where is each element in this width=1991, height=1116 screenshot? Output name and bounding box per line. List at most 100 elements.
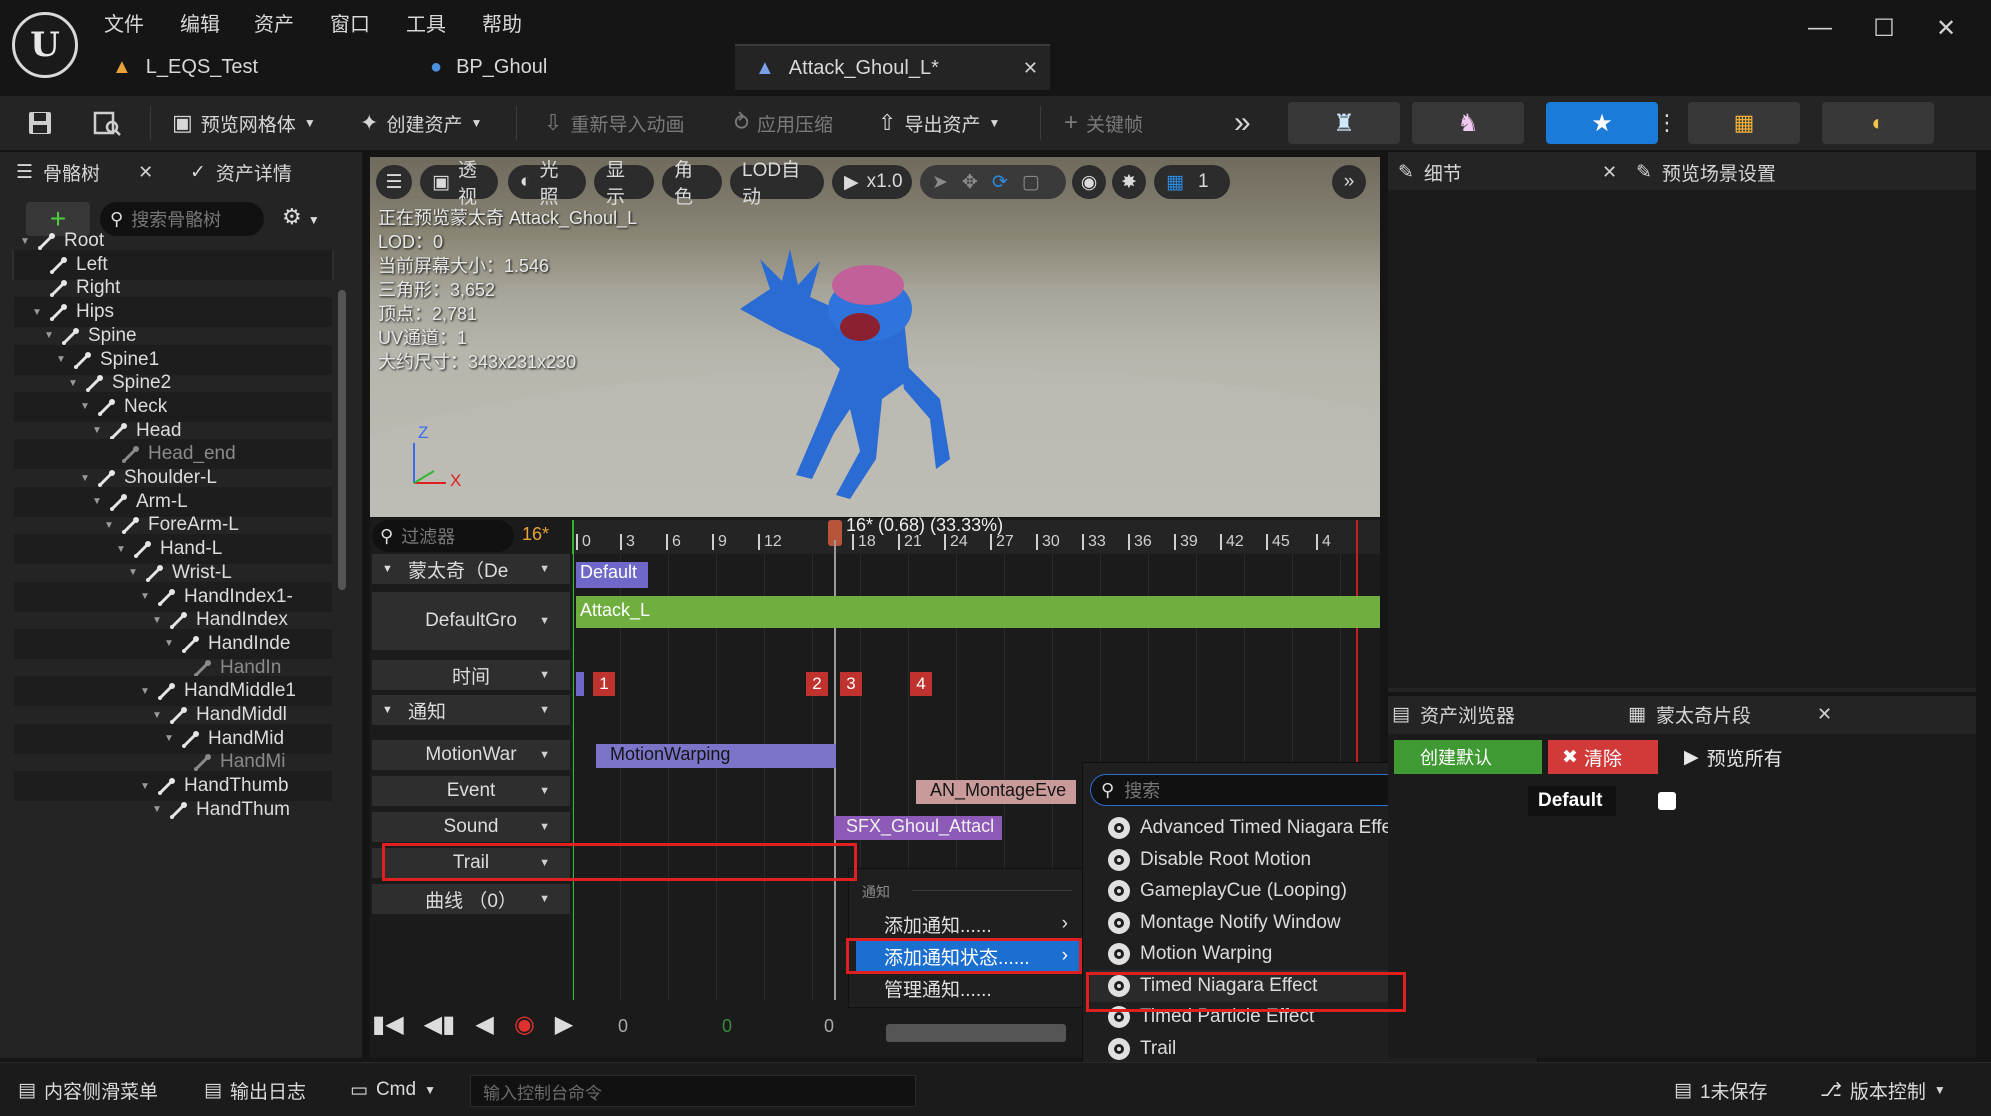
- clear-button[interactable]: ✖ 清除: [1548, 740, 1658, 774]
- preview-viewport[interactable]: ☰ ▣ 透视 ◐ 光照 显示 角色 LOD自动 ▶ x1.0 ➤ ✥ ⟳ ▢ ◉…: [370, 157, 1380, 517]
- viewport-overflow-button[interactable]: »: [1332, 165, 1366, 199]
- preview-all-button[interactable]: ▶ 预览所有: [1684, 744, 1783, 771]
- track-filter-input[interactable]: ⚲ 过滤器: [372, 520, 514, 552]
- browse-icon[interactable]: [92, 104, 122, 142]
- sound-notify[interactable]: SFX_Ghoul_Attacl: [834, 816, 1002, 840]
- playback-end-field[interactable]: 0: [824, 1016, 834, 1037]
- collapse-arrow-icon[interactable]: ▼: [116, 544, 128, 555]
- collapse-arrow-icon[interactable]: ▼: [44, 330, 56, 341]
- camera-button[interactable]: ◉: [1072, 165, 1106, 199]
- collapse-arrow-icon[interactable]: ▼: [164, 733, 176, 744]
- track-sound[interactable]: Sound ▼: [372, 812, 570, 842]
- close-tab-icon[interactable]: ✕: [138, 162, 153, 183]
- collapse-arrow-icon[interactable]: ▼: [32, 307, 44, 318]
- snap-button[interactable]: ✸: [1112, 165, 1146, 199]
- collapse-arrow-icon[interactable]: ▼: [80, 473, 92, 484]
- motion-warping-state[interactable]: MotionWarping: [596, 744, 836, 768]
- collapse-arrow-icon[interactable]: ▼: [92, 425, 104, 436]
- manage-notifies-item[interactable]: 管理通知......: [856, 972, 1082, 1004]
- tab-asset-browser[interactable]: ▤ 资产浏览器: [1392, 696, 1515, 732]
- timeline-scrollbar[interactable]: [886, 1024, 1066, 1042]
- track-default-group[interactable]: DefaultGro ▼: [372, 592, 570, 650]
- collapse-arrow-icon[interactable]: ▼: [56, 354, 68, 365]
- menu-window[interactable]: 窗口: [330, 8, 370, 37]
- save-icon[interactable]: [26, 104, 54, 142]
- grid-snap-button[interactable]: ▦ 1: [1154, 165, 1230, 199]
- step-back-icon[interactable]: ◀▮: [424, 1010, 456, 1039]
- lod-button[interactable]: LOD自动: [730, 160, 824, 208]
- collapse-arrow-icon[interactable]: ▼: [92, 496, 104, 507]
- viewport-menu-button[interactable]: ☰: [376, 165, 412, 199]
- create-asset-button[interactable]: ✦ 创建资产 ▼: [360, 104, 482, 142]
- add-notify-item[interactable]: 添加通知...... ›: [856, 908, 1082, 940]
- menu-help[interactable]: 帮助: [482, 8, 522, 37]
- notify-marker[interactable]: 1: [593, 672, 615, 696]
- default-section-chip[interactable]: Default: [1528, 786, 1616, 816]
- preview-mesh-button[interactable]: ▣ 预览网格体 ▼: [172, 104, 316, 142]
- animation-mode-button[interactable]: ★: [1546, 102, 1658, 144]
- physics-mode-button[interactable]: ◐: [1822, 102, 1934, 144]
- collapse-arrow-icon[interactable]: ▼: [152, 804, 164, 815]
- apply-compression-button[interactable]: ⥁ 应用压缩: [734, 104, 833, 142]
- track-montage[interactable]: ▼ 蒙太奇（De ▼: [372, 554, 570, 584]
- section-attack-l[interactable]: Attack_L: [576, 596, 1380, 628]
- collapse-arrow-icon[interactable]: ▼: [152, 710, 164, 721]
- track-curves[interactable]: 曲线 （0） ▼: [372, 884, 570, 914]
- create-default-button[interactable]: 创建默认: [1394, 740, 1542, 774]
- transform-tools[interactable]: ➤ ✥ ⟳ ▢: [920, 165, 1066, 199]
- playback-start-field[interactable]: 0: [618, 1016, 628, 1037]
- output-log-button[interactable]: ▤ 输出日志: [204, 1075, 306, 1105]
- tab-asset-details[interactable]: ✓ 资产详情: [190, 154, 292, 190]
- montage-event-notify[interactable]: AN_MontageEve: [916, 780, 1076, 804]
- export-asset-button[interactable]: ⇧ 导出资产 ▼: [878, 104, 1000, 142]
- track-time[interactable]: 时间 ▼: [372, 660, 570, 690]
- playback-speed-button[interactable]: ▶ x1.0: [832, 165, 912, 199]
- collapse-arrow-icon[interactable]: ▼: [140, 686, 152, 697]
- notify-marker[interactable]: 4: [910, 672, 932, 696]
- scrollbar[interactable]: [338, 290, 346, 590]
- tab-blueprint[interactable]: ● BP_Ghoul: [410, 44, 730, 90]
- track-trail[interactable]: Trail ▼: [372, 848, 570, 878]
- collapse-arrow-icon[interactable]: ▼: [128, 567, 140, 578]
- menu-edit[interactable]: 编辑: [180, 8, 220, 37]
- bone-row[interactable]: ▼ HandThum: [14, 795, 332, 825]
- tab-montage-sections[interactable]: ▦ 蒙太奇片段 ✕: [1628, 696, 1832, 732]
- play-icon[interactable]: ▶: [555, 1010, 573, 1039]
- collapse-arrow-icon[interactable]: ▼: [104, 520, 116, 531]
- more-options-icon[interactable]: ⋮: [1656, 104, 1678, 142]
- source-control-button[interactable]: ⎇ 版本控制 ▼: [1820, 1075, 1946, 1105]
- close-window-icon[interactable]: ✕: [1922, 8, 1970, 48]
- show-button[interactable]: 显示: [594, 160, 654, 208]
- skip-to-start-icon[interactable]: ▮◀: [372, 1010, 404, 1039]
- mesh-mode-button[interactable]: ♞: [1412, 102, 1524, 144]
- close-tab-icon[interactable]: ✕: [1023, 58, 1038, 79]
- track-event[interactable]: Event ▼: [372, 776, 570, 806]
- reimport-button[interactable]: ⇩ 重新导入动画: [544, 104, 684, 142]
- unreal-logo-icon[interactable]: U: [12, 12, 78, 78]
- tab-level[interactable]: ▲ L_EQS_Test: [92, 44, 392, 90]
- maximize-icon[interactable]: ☐: [1860, 8, 1908, 48]
- collapse-arrow-icon[interactable]: ▼: [140, 781, 152, 792]
- collapse-arrow-icon[interactable]: ▼: [140, 591, 152, 602]
- keyframe-button[interactable]: + 关键帧: [1064, 104, 1143, 142]
- tab-preview-scene-settings[interactable]: ✎ 预览场景设置: [1636, 154, 1776, 190]
- overflow-chevron-icon[interactable]: »: [1234, 104, 1251, 142]
- unsaved-button[interactable]: ▤ 1未保存: [1674, 1075, 1768, 1105]
- play-reverse-icon[interactable]: ◀: [475, 1010, 493, 1039]
- tab-montage[interactable]: ▲ Attack_Ghoul_L* ✕: [735, 44, 1050, 90]
- character-button[interactable]: 角色: [662, 160, 722, 208]
- playback-current-field[interactable]: 0: [722, 1016, 732, 1037]
- menu-tools[interactable]: 工具: [406, 8, 446, 37]
- lighting-button[interactable]: ◐ 光照: [508, 160, 586, 208]
- close-tab-icon[interactable]: ✕: [1602, 162, 1617, 183]
- console-input[interactable]: 输入控制台命令: [470, 1075, 916, 1107]
- close-tab-icon[interactable]: ✕: [1817, 704, 1832, 725]
- notify-marker[interactable]: 3: [840, 672, 862, 696]
- perspective-button[interactable]: ▣ 透视: [420, 160, 498, 208]
- menu-asset[interactable]: 资产: [254, 8, 294, 37]
- menu-file[interactable]: 文件: [104, 8, 144, 37]
- collapse-arrow-icon[interactable]: ▼: [68, 378, 80, 389]
- tab-details[interactable]: ✎ 细节 ✕: [1398, 154, 1617, 190]
- collapse-arrow-icon[interactable]: ▼: [80, 401, 92, 412]
- cmd-button[interactable]: ▭ Cmd ▼: [350, 1075, 436, 1105]
